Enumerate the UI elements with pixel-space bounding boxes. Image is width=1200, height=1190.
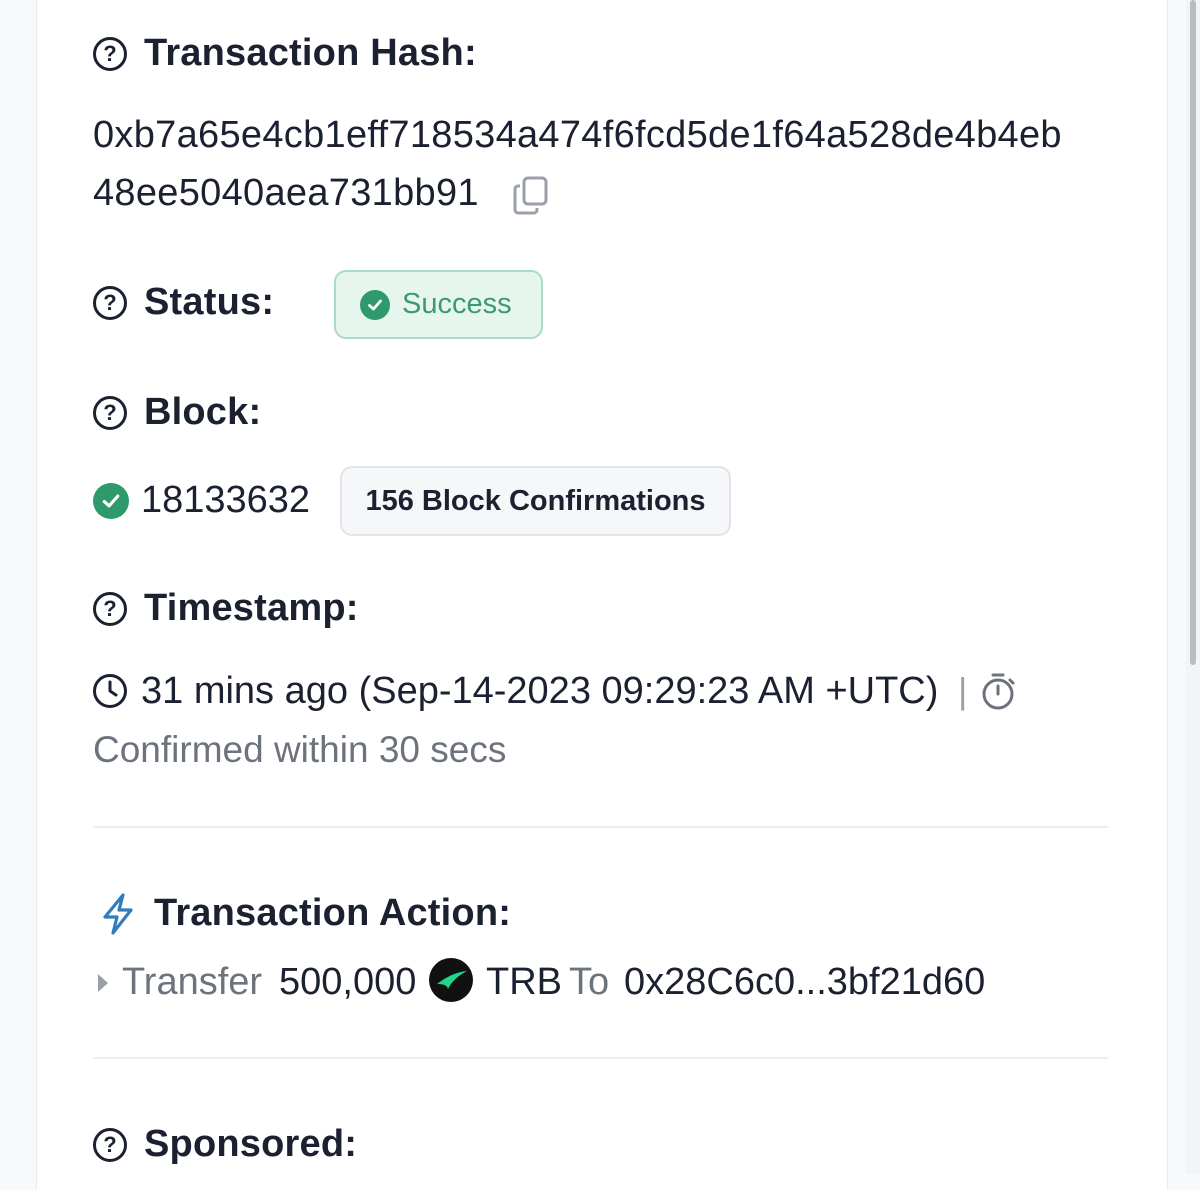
question-circle-icon[interactable]: ? — [93, 1128, 127, 1162]
block-number-link[interactable]: 18133632 — [141, 479, 310, 522]
transaction-hash-label: Transaction Hash: — [144, 32, 477, 74]
block-label: Block: — [144, 391, 262, 433]
copy-icon[interactable] — [510, 174, 552, 216]
scrollbar-thumb[interactable] — [1190, 0, 1196, 665]
timestamp-label: Timestamp: — [144, 587, 359, 629]
confirmed-within-text: Confirmed within 30 secs — [93, 729, 507, 770]
question-circle-icon[interactable]: ? — [93, 37, 127, 71]
stopwatch-icon — [978, 671, 1018, 711]
token-link[interactable]: TRB — [486, 961, 562, 1004]
to-address-link[interactable]: 0x28C6c0...3bf21d60 — [624, 961, 985, 1004]
block-confirmations-badge: 156 Block Confirmations — [340, 466, 731, 536]
transaction-hash-value-line1: 0xb7a65e4cb1eff718534a474f6fcd5de1f64a52… — [93, 114, 1062, 156]
question-circle-icon[interactable]: ? — [93, 592, 127, 626]
status-badge: Success — [334, 270, 543, 339]
question-circle-icon[interactable]: ? — [93, 286, 127, 320]
divider — [93, 1057, 1108, 1059]
caret-right-icon[interactable] — [95, 971, 111, 995]
divider — [93, 826, 1108, 828]
check-circle-icon — [93, 483, 129, 519]
status-label: Status: — [144, 281, 275, 323]
action-amount: 500,000 — [279, 961, 417, 1003]
transaction-hash-value-line2: 48ee5040aea731bb91 — [93, 172, 479, 214]
action-verb: Transfer — [122, 961, 263, 1003]
check-circle-icon — [360, 289, 390, 320]
sponsored-label: Sponsored: — [144, 1123, 358, 1165]
timestamp-value: 31 mins ago (Sep-14-2023 09:29:23 AM +UT… — [141, 670, 939, 712]
trb-token-icon — [428, 957, 474, 1003]
separator: | — [958, 670, 968, 711]
clock-icon — [92, 673, 128, 709]
question-circle-icon[interactable]: ? — [93, 396, 127, 430]
transaction-action-label: Transaction Action: — [154, 892, 512, 934]
action-to-word: To — [569, 961, 610, 1003]
lightning-icon — [99, 893, 137, 935]
status-text: Success — [402, 288, 512, 320]
